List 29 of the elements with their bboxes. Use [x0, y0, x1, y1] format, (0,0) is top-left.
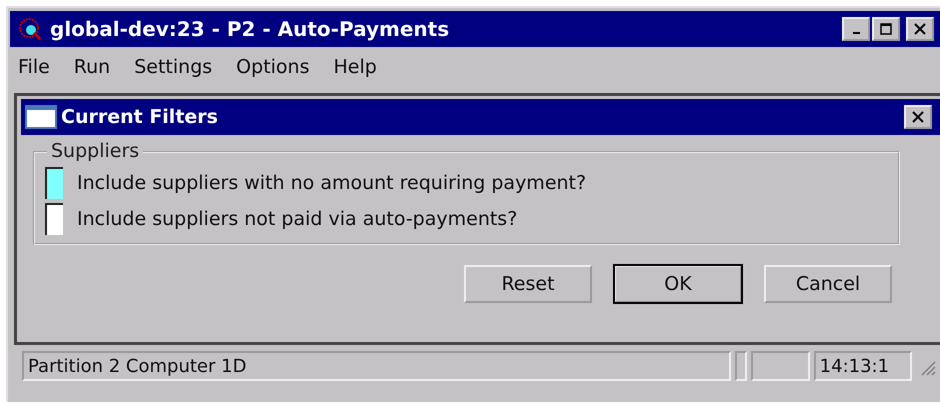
maximize-icon	[879, 22, 893, 36]
close-button[interactable]	[906, 17, 934, 41]
minimize-button[interactable]	[842, 17, 870, 41]
menu-item[interactable]: Run	[74, 56, 110, 78]
globe-magnifier-icon	[18, 17, 42, 41]
close-button[interactable]	[904, 105, 932, 129]
window-icon	[25, 105, 57, 129]
status-time: 14:13:1	[814, 351, 912, 381]
window-title: global-dev:23 - P2 - Auto-Payments	[50, 17, 450, 41]
checkbox[interactable]	[45, 167, 63, 199]
checkbox[interactable]	[45, 203, 63, 235]
dialog-button[interactable]: Reset	[464, 265, 592, 303]
menu-item[interactable]: File	[18, 56, 50, 78]
close-icon	[911, 110, 925, 124]
checkbox-label: Include suppliers with no amount requiring payment?	[77, 172, 586, 194]
menu-item[interactable]: Options	[236, 56, 310, 78]
dialog-button[interactable]: OK	[614, 265, 742, 303]
dialog-title: Current Filters	[61, 106, 218, 128]
minimize-icon	[852, 32, 860, 34]
checkbox-label: Include suppliers not paid via auto-payments?	[77, 208, 518, 230]
menu-item[interactable]: Help	[333, 56, 377, 78]
status-panel	[750, 351, 810, 381]
maximize-button[interactable]	[872, 17, 900, 41]
menu-item[interactable]: Settings	[134, 56, 212, 78]
status-text: Partition 2 Computer 1D	[22, 351, 731, 381]
group-label: Suppliers	[47, 140, 144, 162]
dialog-button[interactable]: Cancel	[764, 265, 892, 303]
status-panel	[734, 351, 747, 381]
close-icon	[913, 22, 927, 36]
